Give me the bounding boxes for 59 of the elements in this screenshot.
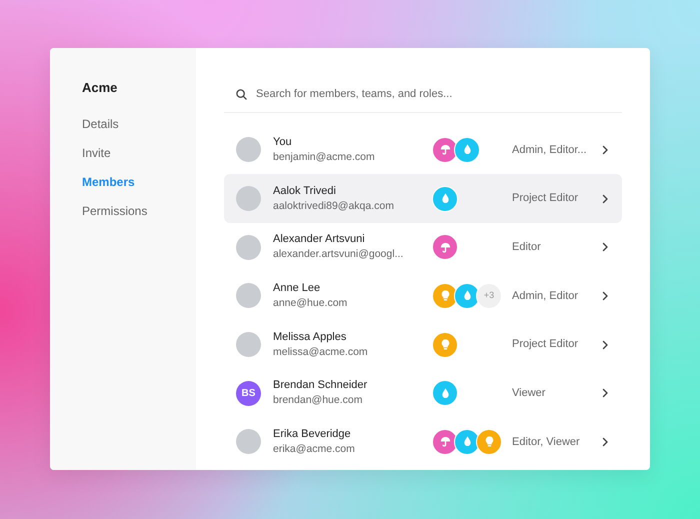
- drop-icon: [454, 428, 480, 455]
- drop-icon: [432, 186, 458, 212]
- lightbulb-icon: [432, 332, 458, 358]
- chevron-icon[interactable]: [600, 144, 610, 155]
- member-email: brendan@hue.com: [273, 393, 364, 408]
- member-name: Erika Beveridge: [273, 426, 352, 442]
- member-row[interactable]: Erika Beveridge erika@acme.com Editor, Viewer: [224, 418, 622, 466]
- member-row[interactable]: Aalok Trivedi aaloktrivedi89@akqa.com Project Editor: [224, 174, 622, 223]
- member-row[interactable]: Anne Lee anne@hue.com +3 Admin, Editor: [224, 272, 622, 320]
- member-row[interactable]: Melissa Apples melissa@acme.com Project Editor: [224, 320, 622, 369]
- member-email: erika@acme.com: [273, 442, 356, 457]
- avatar: [236, 332, 261, 358]
- chevron-icon[interactable]: [600, 194, 610, 204]
- member-name: Aalok Trivedi: [273, 184, 337, 199]
- chevron-icon[interactable]: [600, 242, 610, 252]
- umbrella-icon: [432, 428, 458, 455]
- member-role: Editor: [512, 240, 542, 255]
- drop-icon: [454, 136, 480, 163]
- member-role: Project Editor: [512, 191, 580, 206]
- member-email: melissa@acme.com: [273, 344, 369, 360]
- avatar: [236, 186, 261, 212]
- chevron-icon[interactable]: [600, 340, 610, 350]
- avatar: BS: [236, 380, 261, 406]
- member-role: Viewer: [512, 386, 546, 402]
- avatar: [236, 137, 261, 162]
- drop-icon: [454, 282, 480, 309]
- member-email: benjamin@acme.com: [273, 150, 376, 165]
- member-email: aaloktrivedi89@akqa.com: [273, 198, 395, 214]
- lightbulb-icon: [432, 282, 458, 309]
- drop-icon: [432, 380, 458, 406]
- umbrella-icon: [432, 234, 458, 260]
- member-name: Brendan Schneider: [273, 378, 368, 394]
- avatar: [236, 429, 261, 454]
- member-role: Editor, Viewer: [512, 434, 581, 450]
- umbrella-icon: [432, 136, 458, 163]
- member-name: You: [273, 134, 293, 150]
- member-name: Melissa Apples: [273, 330, 348, 345]
- member-name: Anne Lee: [273, 280, 322, 296]
- chevron-icon[interactable]: [600, 388, 610, 398]
- team-count: +3: [476, 282, 502, 309]
- lightbulb-icon: [476, 428, 502, 455]
- chevron-icon[interactable]: [600, 290, 610, 301]
- workspace-title: Acme: [82, 79, 118, 97]
- avatar: [236, 283, 261, 308]
- member-role: Project Editor: [512, 337, 580, 352]
- member-row[interactable]: You benjamin@acme.com Admin, Editor...: [224, 126, 622, 174]
- member-email: alexander.artsvuni@googl...: [273, 247, 404, 262]
- search-icon: [236, 88, 247, 100]
- sidebar-item[interactable]: Invite: [82, 144, 196, 160]
- avatar: [236, 234, 261, 260]
- member-role: Admin, Editor: [512, 288, 580, 304]
- member-name: Alexander Artsvuni: [273, 232, 366, 248]
- member-role: Admin, Editor...: [512, 142, 588, 158]
- member-row[interactable]: Alexander Artsvuni alexander.artsvuni@googl... Editor: [224, 222, 622, 272]
- sidebar-item[interactable]: Details: [82, 116, 196, 132]
- member-row[interactable]: BS Brendan Schneider brendan@hue.com Viewer: [224, 368, 622, 418]
- chevron-icon[interactable]: [600, 436, 610, 447]
- sidebar-item[interactable]: Permissions: [82, 202, 196, 218]
- member-email: anne@hue.com: [273, 296, 348, 311]
